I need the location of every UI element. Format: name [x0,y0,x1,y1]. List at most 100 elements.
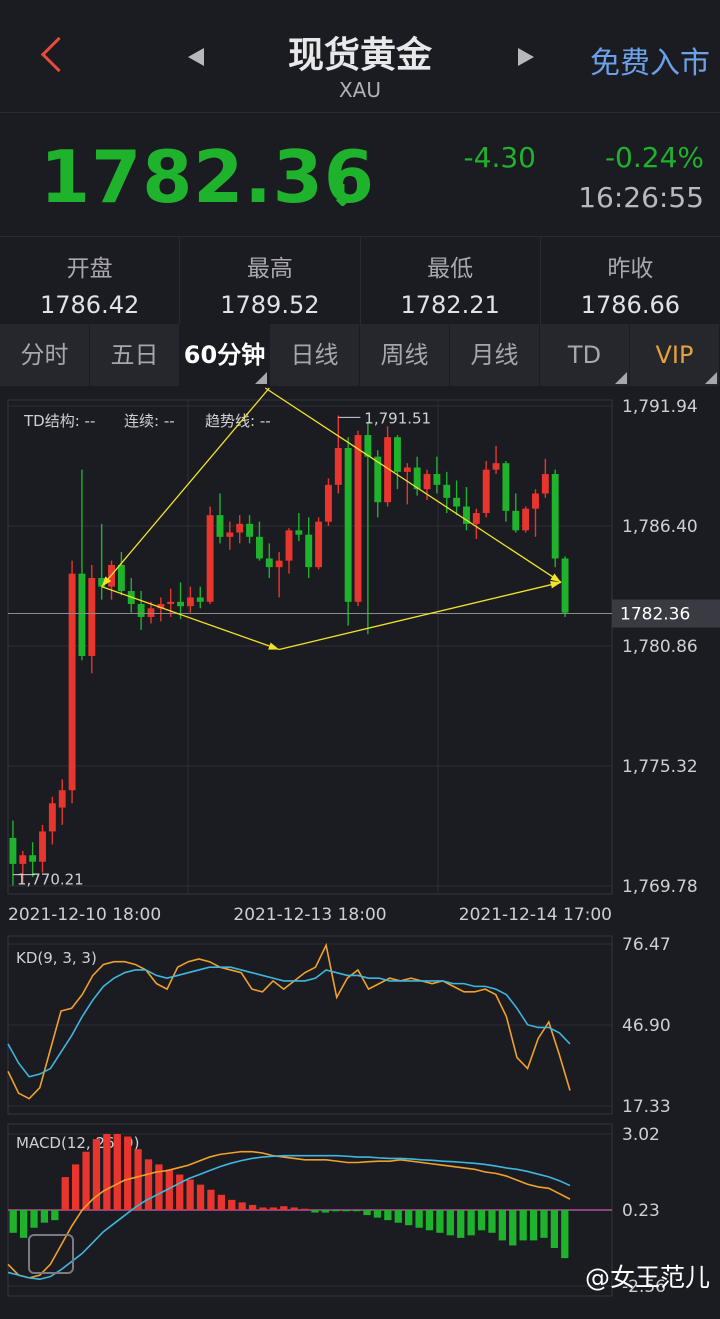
macd-y-tick: 3.02 [622,1125,660,1145]
macd-bar [529,1210,538,1241]
macd-bar [103,1134,111,1210]
kd-lines [7,942,571,1100]
candle-body [502,463,510,511]
floating-window-icon[interactable] [28,1234,74,1274]
macd-bar [342,1210,350,1212]
tab-vip[interactable]: VIP [630,324,720,386]
back-arrow-icon[interactable] [28,30,78,80]
candle-body [39,831,46,862]
macd-bar [415,1210,423,1228]
macd-series-dif [7,1150,571,1279]
previous-symbol-icon[interactable] [188,48,204,66]
trendline-right-lower [278,581,562,651]
high-price-label: 1,791.51 [364,409,431,427]
candle-body [147,608,155,617]
macd-bar [509,1210,517,1246]
macd-bar [186,1179,194,1210]
candle-body [236,523,244,533]
candle-body [216,515,224,537]
macd-bar [405,1210,413,1226]
kd-title: KD(9, 3, 3) [16,949,97,967]
macd-bar [124,1136,132,1210]
candle-body [522,508,530,531]
continuous-label: 连续: -- [124,412,175,430]
candle-body [551,474,559,559]
kline-y-tick: 1,791.94 [622,397,698,417]
macd-bar [300,1208,309,1210]
candle-body [196,597,204,602]
candle-body [19,855,27,864]
macd-bar [51,1210,59,1221]
free-entry-button[interactable]: 免费入市 [590,38,710,82]
stat-value: 1786.42 [40,291,140,319]
macd-bar [477,1210,486,1231]
period-tabs: 分时 五日 60分钟 日线 周线 月线 TD VIP [0,324,720,386]
candle-body [167,601,175,604]
candle-body [255,536,263,559]
tab-monthly[interactable]: 月线 [450,324,540,386]
tab-intraday[interactable]: 分时 [0,324,90,386]
kline-y-axis: 1,791.94 1,786.40 1,780.86 1,775.32 1,769.78 [622,397,698,897]
macd-bar [61,1177,69,1210]
macd-bar [550,1210,559,1248]
macd-bar [134,1149,142,1210]
kd-y-tick: 17.33 [622,1097,671,1117]
kd-y-tick: 76.47 [622,935,671,955]
tab-60-minute[interactable]: 60分钟 [180,324,270,386]
candle-body [78,573,86,656]
stat-label: 最高 [246,256,293,282]
kline-x-tick: 2021-12-10 18:00 [8,905,161,925]
candle-body [177,601,184,607]
candle-body [206,515,214,602]
symbol-code: XAU [338,78,382,102]
stat-label: 昨收 [607,256,654,282]
macd-lines [7,1150,571,1281]
kd-series-k [7,942,571,1100]
tab-td[interactable]: TD [540,324,630,386]
top-bar: 现货黄金 XAU 免费入市 [0,0,720,112]
candle-body [88,577,96,656]
macd-bar [321,1210,330,1213]
macd-bar [269,1207,278,1210]
tab-five-day[interactable]: 五日 [90,324,180,386]
charts-svg[interactable]: TD结构: -- 连续: -- 趋势线: -- 1,791.94 1,786.40… [0,386,720,1319]
macd-bar [332,1210,340,1212]
stat-value: 1782.21 [400,291,500,319]
kline-x-axis: 2021-12-10 18:00 2021-12-13 18:00 2021-12-… [8,905,612,925]
candle-body [512,510,520,531]
kline-x-tick: 2021-12-13 18:00 [233,905,386,925]
candle-body [403,467,411,472]
candle-body [472,513,480,524]
trendline-arrowhead [550,573,562,583]
stat-high: 最高 1789.52 [180,237,361,324]
candle-body [354,435,362,602]
kd-grid [8,943,612,1107]
kline-y-tick: 1,780.86 [622,637,698,657]
macd-bar [363,1210,371,1216]
macd-bar [488,1210,496,1233]
candle-body [186,597,194,607]
candle-body [285,530,293,561]
candle-body [275,560,283,568]
kd-y-tick: 46.90 [622,1016,671,1036]
candle-body [68,573,76,791]
macd-y-tick: 0.23 [622,1201,660,1221]
candle-body [305,534,313,568]
candle-body [532,493,539,509]
kd-y-axis: 76.47 46.90 17.33 [622,935,671,1117]
candlesticks [9,415,569,886]
stat-label: 开盘 [66,256,113,282]
candle-body [433,474,441,485]
tab-daily[interactable]: 日线 [270,324,360,386]
candle-body [9,837,17,864]
stats-row: 开盘 1786.42 最高 1789.52 最低 1782.21 昨收 1786… [0,236,720,324]
macd-bar [540,1210,548,1238]
macd-bar [9,1210,17,1233]
stat-open: 开盘 1786.42 [0,237,181,324]
low-price-label: 1,770.21 [17,871,84,889]
chart-area[interactable]: TD结构: -- 连续: -- 趋势线: -- 1,791.94 1,786.40… [0,386,720,1319]
tab-weekly[interactable]: 周线 [360,324,450,386]
macd-bar [280,1206,288,1210]
macd-bar [40,1210,49,1223]
next-symbol-icon[interactable] [518,48,534,66]
